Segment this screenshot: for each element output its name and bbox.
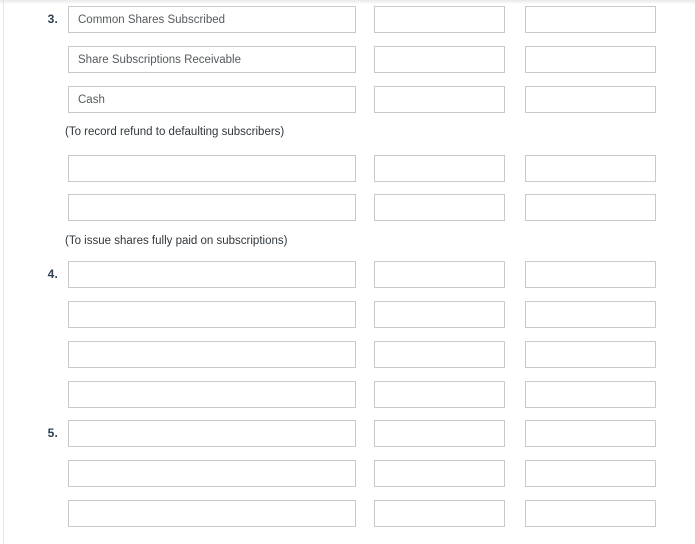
top-edge-strip: [0, 0, 695, 4]
entry-number-spacer: [18, 460, 58, 487]
entry-number-spacer: [18, 301, 58, 328]
entry-number-spacer: [18, 155, 58, 182]
journal-entry-row: 4.: [0, 261, 695, 288]
debit-amount-input[interactable]: [374, 301, 505, 328]
credit-amount-input[interactable]: [525, 86, 656, 113]
account-name-input[interactable]: [68, 46, 356, 73]
entry-number-label: 4.: [47, 267, 58, 281]
credit-amount-input[interactable]: [525, 341, 656, 368]
credit-amount-input[interactable]: [525, 46, 656, 73]
journal-entry-row: [0, 500, 695, 527]
account-name-input[interactable]: [68, 261, 356, 288]
journal-entry-row: [0, 341, 695, 368]
journal-entry-row: [0, 194, 695, 221]
journal-entry-row: [0, 86, 695, 113]
debit-amount-input[interactable]: [374, 194, 505, 221]
credit-amount-input[interactable]: [525, 500, 656, 527]
debit-amount-input[interactable]: [374, 420, 505, 447]
account-name-input[interactable]: [68, 341, 356, 368]
account-name-input[interactable]: [68, 86, 356, 113]
debit-amount-input[interactable]: [374, 500, 505, 527]
journal-entry-row: [0, 460, 695, 487]
credit-amount-input[interactable]: [525, 261, 656, 288]
debit-amount-input[interactable]: [374, 460, 505, 487]
account-name-input[interactable]: [68, 460, 356, 487]
debit-amount-input[interactable]: [374, 46, 505, 73]
credit-amount-input[interactable]: [525, 6, 656, 33]
journal-entry-row: 5.: [0, 420, 695, 447]
entry-number-spacer: [18, 381, 58, 408]
entry-number-label: 3.: [47, 12, 58, 26]
debit-amount-input[interactable]: [374, 6, 505, 33]
account-name-input[interactable]: [68, 155, 356, 182]
debit-amount-input[interactable]: [374, 341, 505, 368]
journal-entry-row: [0, 301, 695, 328]
journal-entry-worksheet: 3. 4. 5. (To record refund to defaulting s…: [0, 0, 695, 544]
entry-number-spacer: [18, 500, 58, 527]
journal-entry-row: 3.: [0, 6, 695, 33]
entry-number-spacer: [18, 86, 58, 113]
debit-amount-input[interactable]: [374, 86, 505, 113]
credit-amount-input[interactable]: [525, 155, 656, 182]
account-name-input[interactable]: [68, 6, 356, 33]
account-name-input[interactable]: [68, 301, 356, 328]
entry-number-spacer: [18, 194, 58, 221]
entry-number-label: 5.: [47, 426, 58, 440]
entry-description-caption: (To issue shares fully paid on subscript…: [65, 235, 288, 247]
account-name-input[interactable]: [68, 500, 356, 527]
credit-amount-input[interactable]: [525, 381, 656, 408]
debit-amount-input[interactable]: [374, 261, 505, 288]
journal-entry-row: [0, 46, 695, 73]
debit-amount-input[interactable]: [374, 155, 505, 182]
credit-amount-input[interactable]: [525, 301, 656, 328]
entry-number-spacer: [18, 46, 58, 73]
credit-amount-input[interactable]: [525, 420, 656, 447]
account-name-input[interactable]: [68, 194, 356, 221]
account-name-input[interactable]: [68, 381, 356, 408]
credit-amount-input[interactable]: [525, 460, 656, 487]
entry-number-spacer: [18, 341, 58, 368]
debit-amount-input[interactable]: [374, 381, 505, 408]
journal-entry-row: [0, 155, 695, 182]
account-name-input[interactable]: [68, 420, 356, 447]
credit-amount-input[interactable]: [525, 194, 656, 221]
journal-entry-row: [0, 381, 695, 408]
entry-description-caption: (To record refund to defaulting subscrib…: [65, 126, 285, 138]
